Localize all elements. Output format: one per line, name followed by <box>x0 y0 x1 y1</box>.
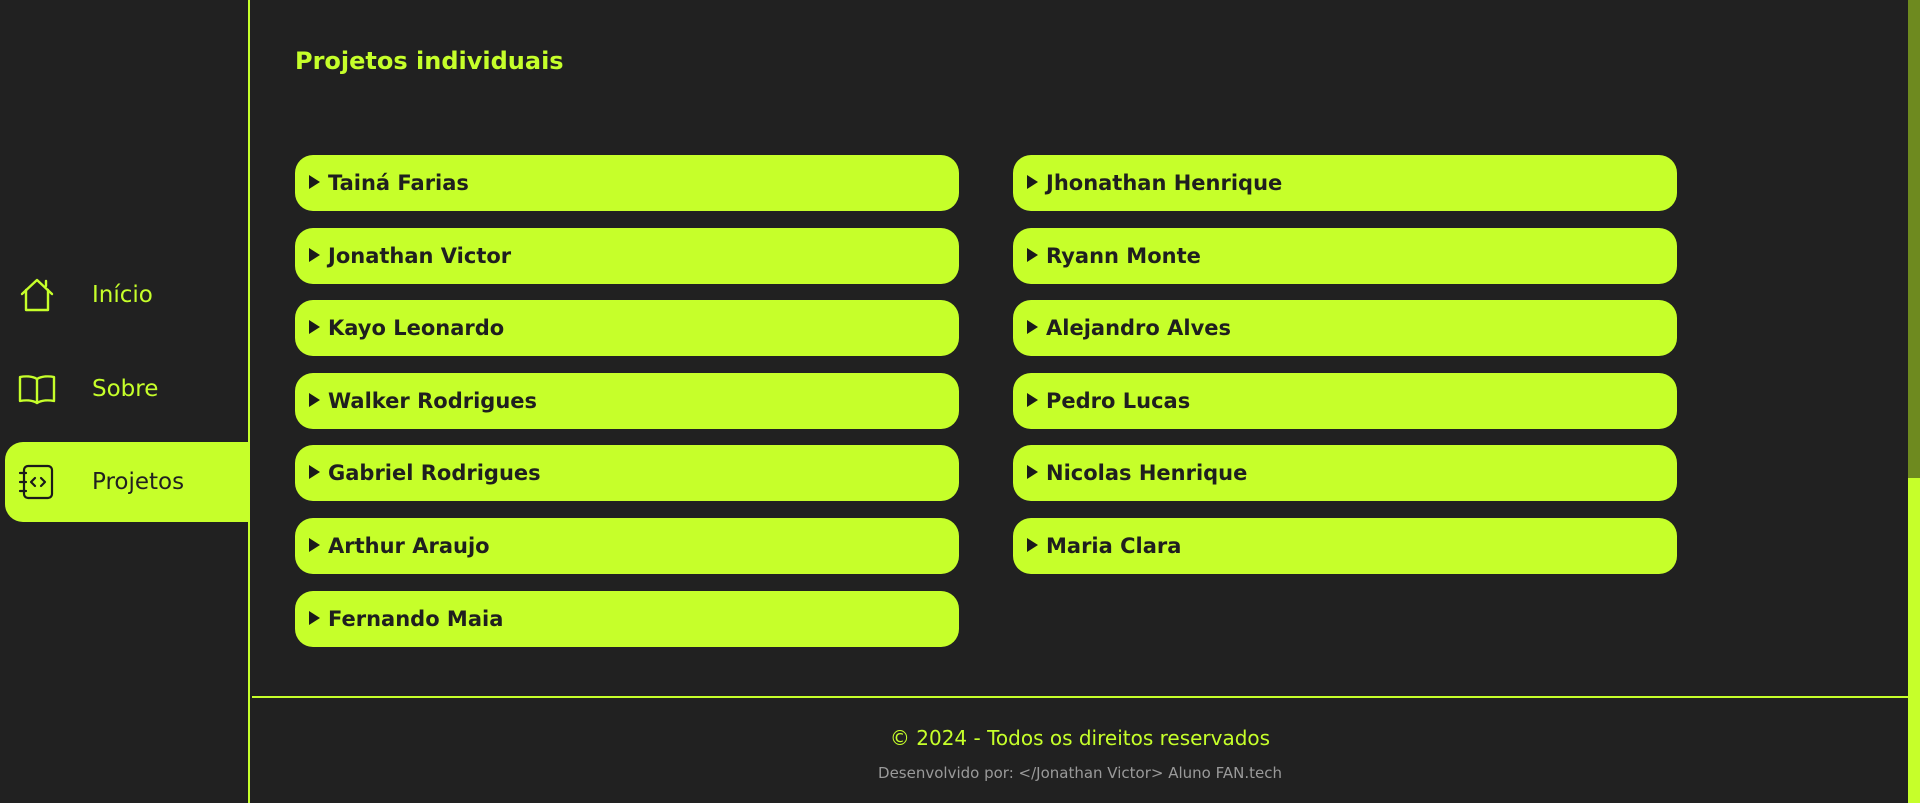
page-title: Projetos individuais <box>295 47 564 75</box>
project-name: Nicolas Henrique <box>1046 461 1248 485</box>
project-item[interactable]: Jonathan Victor <box>295 228 959 284</box>
project-name: Jhonathan Henrique <box>1046 171 1283 195</box>
project-item[interactable]: Ryann Monte <box>1013 228 1677 284</box>
expand-triangle-icon <box>1027 465 1038 479</box>
expand-triangle-icon <box>309 465 320 479</box>
project-item[interactable]: Gabriel Rodrigues <box>295 445 959 501</box>
footer: © 2024 - Todos os direitos reservados De… <box>252 696 1908 803</box>
expand-triangle-icon <box>1027 248 1038 262</box>
project-name: Ryann Monte <box>1046 244 1201 268</box>
expand-triangle-icon <box>309 248 320 262</box>
project-name: Fernando Maia <box>328 607 504 631</box>
project-item[interactable]: Walker Rodrigues <box>295 373 959 429</box>
expand-triangle-icon <box>309 320 320 334</box>
code-notebook-icon <box>17 462 57 502</box>
footer-copyright: © 2024 - Todos os direitos reservados <box>889 726 1271 750</box>
main-content: Projetos individuais Tainá Farias Jonath… <box>252 0 1908 696</box>
expand-triangle-icon <box>1027 538 1038 552</box>
home-icon <box>17 275 57 315</box>
sidebar-item-projetos[interactable]: Projetos <box>5 442 250 522</box>
expand-triangle-icon <box>309 393 320 407</box>
expand-triangle-icon <box>309 175 320 189</box>
project-name: Gabriel Rodrigues <box>328 461 541 485</box>
sidebar-item-label: Projetos <box>92 469 185 495</box>
project-name: Alejandro Alves <box>1046 316 1232 340</box>
project-item[interactable]: Fernando Maia <box>295 591 959 647</box>
project-item[interactable]: Jhonathan Henrique <box>1013 155 1677 211</box>
page-scrollbar[interactable] <box>1908 0 1920 803</box>
project-item[interactable]: Nicolas Henrique <box>1013 445 1677 501</box>
sidebar: Início Sobre Projetos <box>0 0 250 803</box>
scrollbar-thumb[interactable] <box>1908 0 1920 478</box>
project-name: Arthur Araujo <box>328 534 490 558</box>
sidebar-item-inicio[interactable]: Início <box>5 255 250 335</box>
expand-triangle-icon <box>1027 320 1038 334</box>
project-item[interactable]: Maria Clara <box>1013 518 1677 574</box>
expand-triangle-icon <box>1027 393 1038 407</box>
project-item[interactable]: Kayo Leonardo <box>295 300 959 356</box>
project-item[interactable]: Arthur Araujo <box>295 518 959 574</box>
project-item[interactable]: Tainá Farias <box>295 155 959 211</box>
expand-triangle-icon <box>1027 175 1038 189</box>
book-icon <box>17 369 57 409</box>
project-name: Walker Rodrigues <box>328 389 538 413</box>
expand-triangle-icon <box>309 611 320 625</box>
project-name: Kayo Leonardo <box>328 316 505 340</box>
project-name: Tainá Farias <box>328 171 469 195</box>
project-name: Pedro Lucas <box>1046 389 1191 413</box>
sidebar-item-label: Sobre <box>92 376 159 402</box>
expand-triangle-icon <box>309 538 320 552</box>
project-item[interactable]: Pedro Lucas <box>1013 373 1677 429</box>
footer-developer-credit: Desenvolvido por: </Jonathan Victor> Alu… <box>878 764 1282 782</box>
project-name: Jonathan Victor <box>328 244 512 268</box>
project-name: Maria Clara <box>1046 534 1182 558</box>
sidebar-item-sobre[interactable]: Sobre <box>5 349 250 429</box>
sidebar-item-label: Início <box>92 282 153 308</box>
project-item[interactable]: Alejandro Alves <box>1013 300 1677 356</box>
